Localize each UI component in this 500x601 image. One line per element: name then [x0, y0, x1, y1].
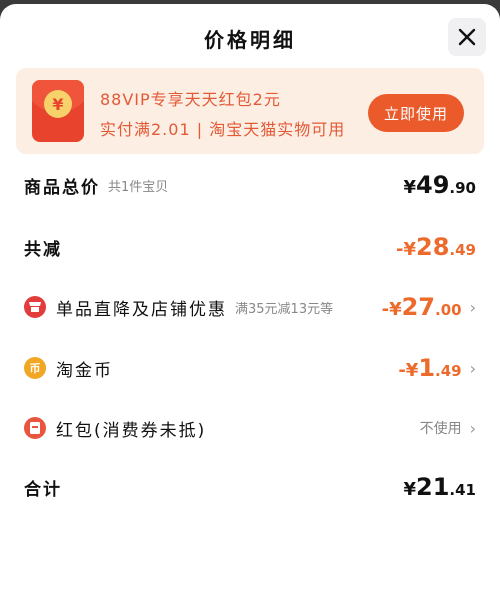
red-packet-status: 不使用: [419, 421, 462, 437]
total-discount-row: 共减 -¥ 28 .49: [24, 232, 476, 262]
price-detail-sheet: 价格明细 ¥ 88VIP专享天天红包2元 实付满2.01 | 淘宝天猫实物可用 …: [0, 4, 500, 601]
taojinbi-amount: -¥ 1 .49: [398, 354, 462, 382]
close-button[interactable]: [448, 18, 486, 56]
store-discount-label: 单品直降及店铺优惠: [56, 299, 227, 320]
red-packet-icon: [24, 417, 46, 439]
chevron-right-icon: ›: [469, 358, 476, 378]
store-discount-row[interactable]: 单品直降及店铺优惠 满35元减13元等 -¥ 27 .00 ›: [24, 292, 476, 322]
yuan-coin: ¥: [44, 90, 72, 118]
total-discount-amount: -¥ 28 .49: [396, 233, 476, 261]
taojinbi-label: 淘金币: [56, 360, 113, 381]
chevron-right-icon: ›: [469, 418, 476, 438]
banner-condition: 实付满2.01 | 淘宝天猫实物可用: [100, 120, 346, 139]
coin-icon: 币: [24, 357, 46, 379]
item-count: 共1件宝贝: [108, 179, 169, 195]
chevron-right-icon: ›: [469, 297, 476, 317]
page-title: 价格明细: [204, 28, 296, 52]
total-price-row: 商品总价 共1件宝贝 ¥ 49 .90: [24, 170, 476, 200]
store-discount-detail: 满35元减13元等: [235, 301, 334, 317]
subtotal-label: 合计: [24, 479, 62, 500]
taojinbi-row[interactable]: 币 淘金币 -¥ 1 .49 ›: [24, 353, 476, 383]
subtotal-amount: ¥ 21 .41: [403, 473, 476, 501]
red-packet-icon: ¥: [32, 80, 84, 142]
store-discount-amount: -¥ 27 .00: [381, 293, 462, 321]
total-price-label: 商品总价: [24, 177, 100, 198]
red-packet-label: 红包(消费券未抵): [56, 420, 207, 441]
red-packet-row[interactable]: 红包(消费券未抵) 不使用 ›: [24, 413, 476, 443]
shop-icon: [24, 296, 46, 318]
total-discount-label: 共减: [24, 239, 62, 260]
use-now-button[interactable]: 立即使用: [368, 94, 464, 132]
close-icon: [458, 28, 476, 46]
subtotal-row: 合计 ¥ 21 .41: [24, 472, 476, 502]
banner-title: 88VIP专享天天红包2元: [100, 90, 281, 109]
total-price-amount: ¥ 49 .90: [403, 171, 476, 199]
vip-red-packet-banner: ¥ 88VIP专享天天红包2元 实付满2.01 | 淘宝天猫实物可用 立即使用: [16, 68, 484, 154]
